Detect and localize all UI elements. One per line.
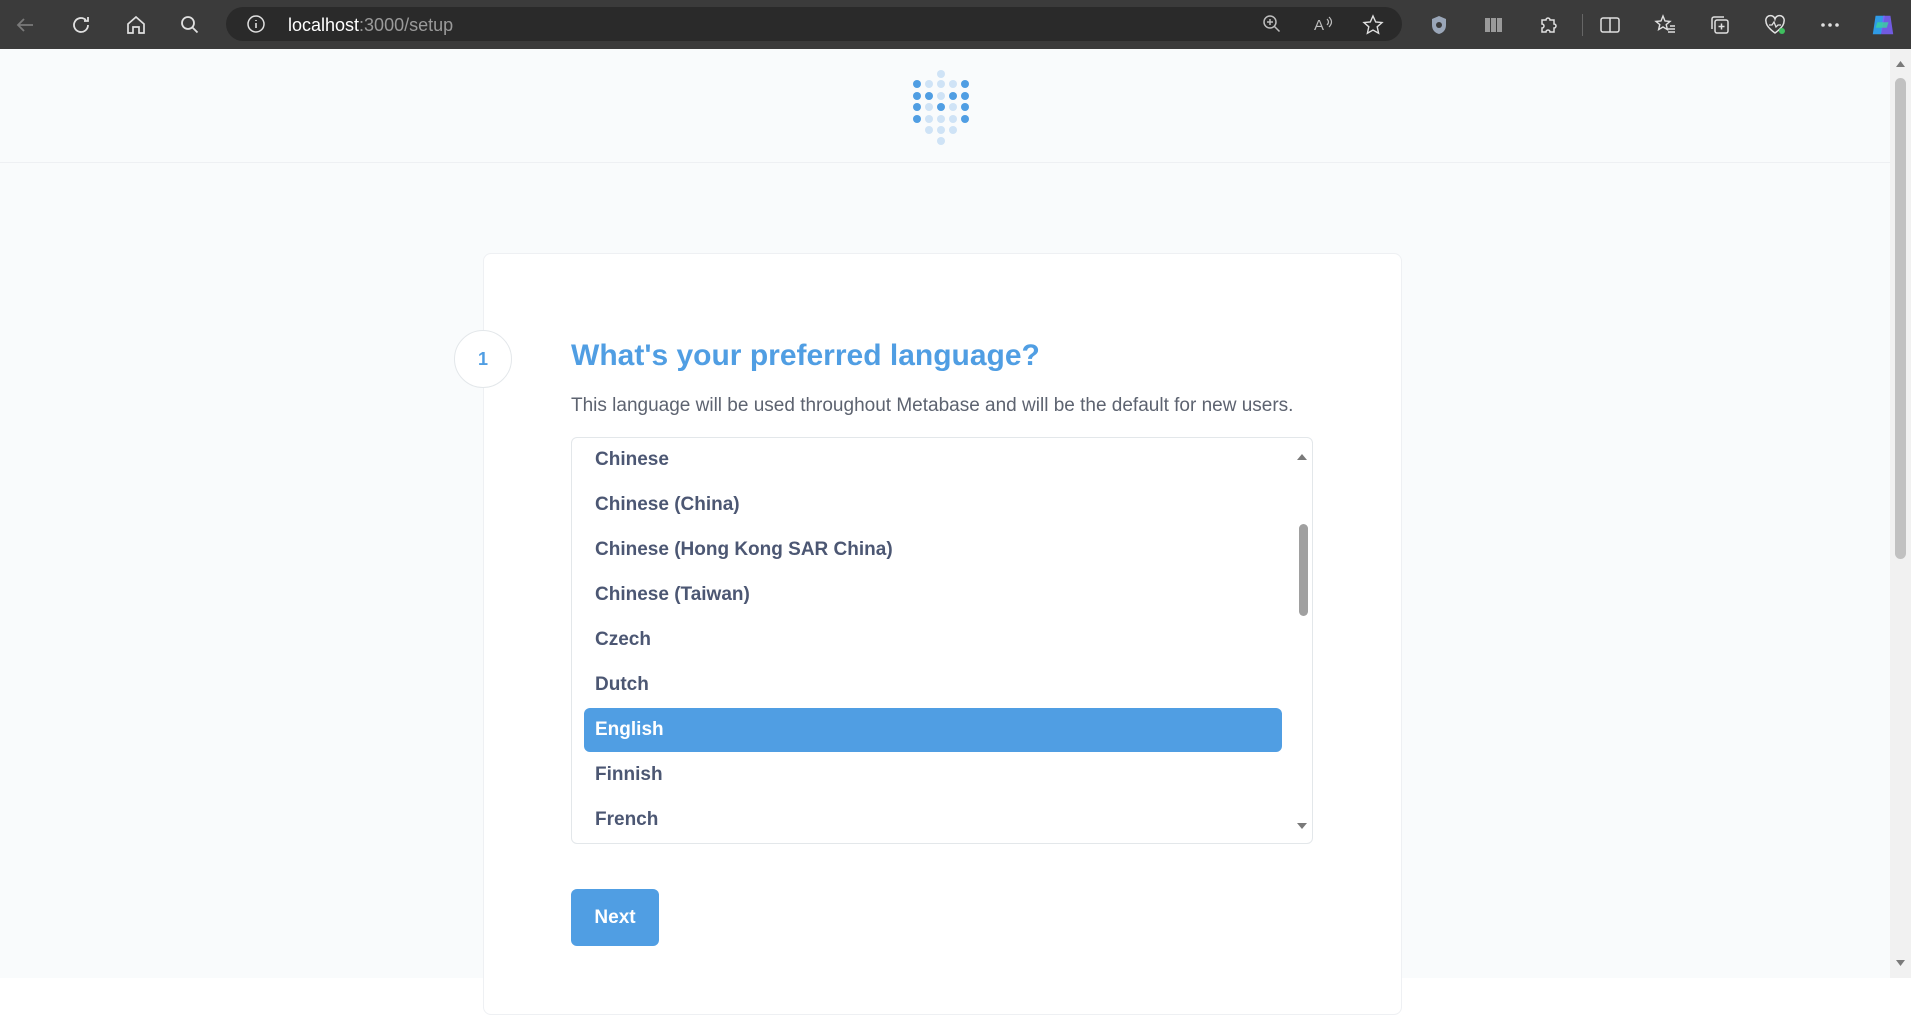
logo-dot	[925, 126, 933, 134]
logo-dot	[913, 80, 921, 88]
logo-dot	[961, 80, 969, 88]
language-option[interactable]: Dutch	[584, 663, 1282, 707]
app-header	[0, 49, 1890, 163]
logo-dot	[937, 115, 945, 123]
collections-icon[interactable]	[1707, 12, 1733, 38]
logo-dot	[925, 103, 933, 111]
zoom-icon[interactable]	[1262, 14, 1282, 39]
address-bar[interactable]: localhost:3000/setup A	[226, 7, 1402, 41]
favorites-icon[interactable]	[1652, 12, 1678, 38]
metabase-logo	[912, 69, 972, 150]
next-button[interactable]: Next	[571, 889, 659, 946]
page-title: What's your preferred language?	[571, 339, 1040, 372]
logo-dot	[949, 126, 957, 134]
favorite-star-icon[interactable]	[1362, 14, 1384, 41]
page-scrollbar[interactable]	[1890, 49, 1911, 978]
home-icon[interactable]	[120, 9, 152, 41]
logo-dot	[937, 80, 945, 88]
step-number-badge: 1	[454, 330, 512, 388]
list-scroll-down-icon[interactable]	[1296, 817, 1308, 835]
logo-dot	[925, 115, 933, 123]
search-icon[interactable]	[174, 9, 206, 41]
split-screen-icon[interactable]	[1597, 12, 1623, 38]
page-scroll-up-icon[interactable]	[1895, 55, 1906, 73]
logo-dot	[961, 103, 969, 111]
logo-dot	[913, 92, 921, 100]
url-text: localhost:3000/setup	[288, 15, 453, 36]
logo-dot	[937, 126, 945, 134]
read-aloud-icon[interactable]: A	[1313, 14, 1335, 39]
logo-dot	[925, 80, 933, 88]
logo-dot	[961, 115, 969, 123]
language-option[interactable]: English	[584, 708, 1282, 752]
language-option[interactable]: Czech	[584, 618, 1282, 662]
browser-toolbar: localhost:3000/setup A	[0, 0, 1911, 49]
list-scrollbar-thumb[interactable]	[1299, 524, 1308, 616]
logo-dot	[937, 137, 945, 145]
language-option[interactable]: Chinese (Taiwan)	[584, 573, 1282, 617]
logo-dot	[937, 70, 945, 78]
site-info-icon[interactable]	[246, 14, 266, 39]
svg-text:A: A	[1314, 17, 1324, 34]
logo-dot	[949, 80, 957, 88]
list-scroll-up-icon[interactable]	[1296, 448, 1308, 466]
refresh-icon[interactable]	[65, 9, 97, 41]
copilot-icon[interactable]	[1870, 12, 1896, 38]
extensions-icon[interactable]	[1535, 12, 1561, 38]
step-description: This language will be used throughout Me…	[571, 395, 1294, 416]
shield-extension-icon[interactable]	[1426, 12, 1452, 38]
language-option[interactable]: French	[584, 798, 1282, 842]
language-option[interactable]: Chinese (Hong Kong SAR China)	[584, 528, 1282, 572]
reading-view-icon[interactable]	[1481, 12, 1507, 38]
page-scroll-down-icon[interactable]	[1895, 954, 1906, 972]
logo-dot	[949, 103, 957, 111]
logo-dot	[937, 92, 945, 100]
logo-dot	[961, 92, 969, 100]
language-listbox[interactable]: Chinese Chinese (China) Chinese (Hong Kong…	[571, 437, 1313, 844]
page-scrollbar-thumb[interactable]	[1895, 78, 1906, 559]
logo-dot	[949, 115, 957, 123]
logo-dot	[913, 115, 921, 123]
browser-essentials-icon[interactable]	[1762, 12, 1788, 38]
logo-dot	[913, 103, 921, 111]
more-icon[interactable]	[1817, 12, 1843, 38]
logo-dot	[937, 103, 945, 111]
back-icon[interactable]	[9, 9, 41, 41]
logo-dot	[925, 92, 933, 100]
toolbar-divider	[1582, 14, 1583, 36]
url-host: localhost	[288, 15, 360, 35]
language-option[interactable]: Chinese	[584, 438, 1282, 482]
logo-dot	[949, 92, 957, 100]
url-path: :3000/setup	[359, 15, 454, 35]
language-option[interactable]: Finnish	[584, 753, 1282, 797]
language-option[interactable]: Chinese (China)	[584, 483, 1282, 527]
